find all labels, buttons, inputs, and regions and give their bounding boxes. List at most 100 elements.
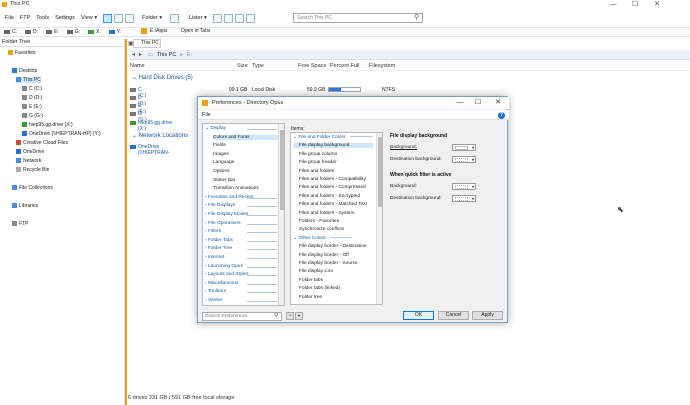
background-color-picker[interactable]: ▾ [452,144,476,151]
category-subitem[interactable]: Options [213,169,284,174]
menu-file[interactable]: File [5,15,14,21]
tree-item-network[interactable]: Network [16,158,41,164]
tree-item-ftp[interactable]: FTP [12,221,28,227]
tree-item-libraries[interactable]: Libraries [12,203,38,209]
drive-button-x[interactable]: X: [88,29,101,35]
tree-item-recycle-bin[interactable]: Recycle Bin [16,167,49,173]
maximize-button[interactable]: ☐ [624,0,646,9]
items-list-entry[interactable]: File display border - Source [299,261,358,266]
tree-item-file-collections[interactable]: File Collections [12,185,53,191]
open-in-tabs-button[interactable]: Open in Tabs [181,28,210,34]
layout-button-3[interactable] [125,13,135,23]
lister-dropdown[interactable]: Lister ▾ [189,15,207,21]
collapse-button[interactable]: − [286,312,294,320]
category-group[interactable]: › Favorites and Recent [205,195,279,200]
cancel-button[interactable]: Cancel [438,311,469,320]
items-list-entry[interactable]: File display border - Destination [299,244,366,249]
col-filesystem[interactable]: Filesystem [369,63,395,69]
tree-item-e[interactable]: E (E:) [22,104,42,110]
items-list-entry[interactable]: File display border - Off [299,253,349,258]
tree-item-onedrive[interactable]: OneDrive [16,149,44,155]
tree-item-creative-cloud[interactable]: Creative Cloud Files [16,140,68,146]
layout-button-1[interactable] [103,13,113,23]
expand-dropdown-button[interactable]: ▾ [295,312,303,320]
menu-tools[interactable]: Tools [36,15,49,21]
tab-this-pc[interactable]: This PC [133,39,161,48]
items-list-entry[interactable]: Files and folders - Matched Text [299,202,367,207]
help-icon[interactable]: ? [498,112,505,119]
col-percent-full[interactable]: Percent Full [330,63,359,69]
items-list-entry[interactable]: Folder tabs [299,278,323,283]
tree-item-this-pc[interactable]: This PC [16,77,41,83]
view-power-button[interactable] [245,13,255,23]
category-subitem[interactable]: Images [213,152,284,157]
category-subitem[interactable]: Fields [213,143,284,148]
col-type[interactable]: Type [252,63,264,69]
tree-item-d[interactable]: D (D:) [22,95,42,101]
tree-item-x[interactable]: hiep95.gg.drive (X:) [22,122,73,128]
col-free-space[interactable]: Free Space [298,63,326,69]
category-group[interactable]: › File Operations [205,221,279,226]
group-header-network[interactable]: ⌄ Network Locations [132,132,188,139]
layout-button-2[interactable] [114,13,124,23]
items-list-entry[interactable]: Folders - Favorites [299,219,339,224]
menu-view[interactable]: View ▾ [81,15,97,21]
tree-item-g[interactable]: G (G:) [22,113,43,119]
col-name[interactable]: Name [130,63,145,69]
category-scrollbar[interactable] [278,124,284,305]
category-subitem[interactable]: Language [213,160,284,165]
items-group-header[interactable]: ⌄ File and Folder Colors [293,135,372,140]
items-list-entry[interactable]: Files and folders - System [299,211,354,216]
dialog-maximize-button[interactable]: ☐ [468,97,488,109]
menu-settings[interactable]: Settings [55,15,75,21]
category-group[interactable]: › File Displays [205,203,279,208]
tab-path-label[interactable]: E:\Apps [150,28,168,34]
category-group[interactable]: › Launching Opus [205,264,279,269]
dialog-menu-file[interactable]: File [198,110,509,120]
category-subitem[interactable]: Transition Animations [213,186,284,191]
category-group[interactable]: › Folder Tabs [205,238,279,243]
destination-bg-color-picker[interactable]: ▾ [452,156,476,163]
items-list-entry[interactable]: Files and folders - Encrypted [299,194,360,199]
view-thumbs-button[interactable] [234,13,244,23]
address-bar[interactable]: ◂ ▸ ▭ This PC ▸ E: [130,50,690,60]
menu-ftp[interactable]: FTP [20,15,30,21]
tree-item-y[interactable]: OneDrive (\\HIEPTRAN-HP) (Y:) [22,131,101,137]
tree-item-favorites[interactable]: Favorites [8,50,36,56]
items-list-entry[interactable]: Files and folders - Compatibility [299,177,366,182]
items-list-entry[interactable]: Folder tree [299,295,322,300]
items-list-entry[interactable]: Files and folders [299,169,334,174]
breadcrumb-this-pc[interactable]: This PC [157,52,177,58]
category-group[interactable]: › Internet [205,255,279,260]
drive-button-y[interactable]: Y: [108,29,121,35]
items-list-entry[interactable]: Synchronize conflicts [299,227,344,232]
tree-item-c[interactable]: C (C:) [22,86,42,92]
tree-item-desktop[interactable]: Desktop [12,68,37,74]
search-input[interactable]: Search This PC [293,13,423,23]
view-details-button[interactable] [212,13,222,23]
items-list-entry[interactable]: Files and folders - Compressed [299,185,366,190]
drive-button-g[interactable]: G: [66,29,80,35]
items-list-entry[interactable]: Folder tabs (linked) [299,286,340,291]
category-group[interactable]: › Layouts and Styles [205,272,279,277]
drive-button-c[interactable]: C: [4,29,17,35]
qf-background-color-picker[interactable]: ▾ [452,183,476,190]
search-icon[interactable]: ⚲ [274,312,278,319]
preferences-search-input[interactable]: Search Preferences [202,312,282,321]
drive-button-e[interactable]: E: [46,29,59,35]
category-group[interactable]: › Folder Tree [205,246,279,251]
drive-button-d[interactable]: D: [25,29,38,35]
items-scrollbar[interactable] [376,133,382,304]
dialog-close-button[interactable]: ✕ [488,97,508,109]
category-group[interactable]: › Miscellaneous [205,281,279,286]
apply-button[interactable]: Apply [472,311,503,320]
folder-up-button[interactable] [170,13,179,23]
category-subitem[interactable]: Colors and Fonts [213,134,284,140]
items-list-entry[interactable]: File display background [293,143,373,149]
file-row[interactable]: C (C:) 99.1 GB Local Disk 59.9 GB NTFS [128,87,688,99]
search-icon[interactable]: ⚲ [414,13,419,21]
view-list-button[interactable] [223,13,233,23]
ok-button[interactable]: OK [403,311,434,320]
col-size[interactable]: Size [237,63,248,69]
qf-destination-bg-color-picker[interactable]: ▾ [452,195,476,202]
